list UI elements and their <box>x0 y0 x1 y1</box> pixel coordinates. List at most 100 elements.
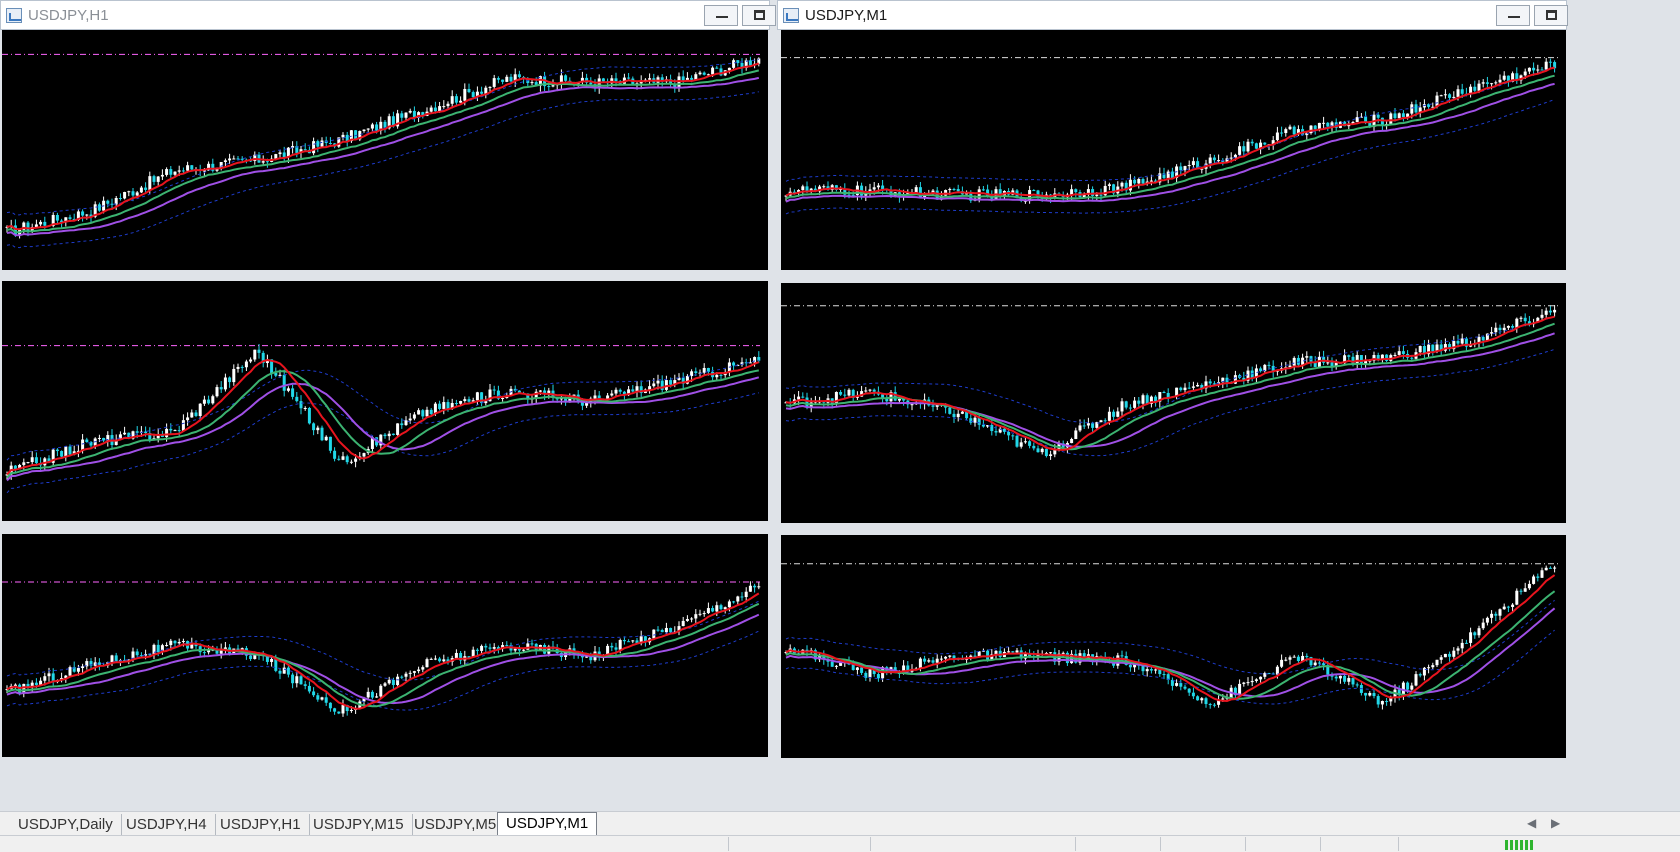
candle-body <box>822 186 826 188</box>
candle-body <box>843 394 847 396</box>
candle-body <box>383 683 387 686</box>
minimize-button[interactable] <box>704 5 738 26</box>
candle-body <box>732 362 736 366</box>
tab-usdjpy-m1[interactable]: USDJPY,M1 <box>497 812 598 837</box>
chart-bottom-left-svg <box>2 581 761 717</box>
candle-body <box>307 408 311 424</box>
candle-body <box>370 124 374 129</box>
candle-body <box>249 655 253 659</box>
tab-usdjpy-h1[interactable]: USDJPY,H1 <box>212 814 310 836</box>
candle-body <box>429 658 433 660</box>
ma-medium-line <box>785 590 1556 700</box>
candle-body <box>404 420 408 426</box>
candle-body <box>362 453 366 457</box>
candle-body <box>748 60 752 66</box>
candle-body <box>467 399 471 402</box>
tab-usdjpy-daily[interactable]: USDJPY,Daily <box>10 814 122 836</box>
candle-body <box>656 380 660 384</box>
candle-body <box>118 198 122 200</box>
maximize-button[interactable] <box>742 5 776 26</box>
candle-body <box>1494 613 1498 616</box>
tab-usdjpy-m15[interactable]: USDJPY,M15 <box>305 814 413 836</box>
candle-body <box>627 77 631 79</box>
minimize-button[interactable] <box>1496 5 1530 26</box>
envelope-lower-line <box>6 630 760 711</box>
candle-body <box>169 428 173 431</box>
candle-body <box>328 142 332 144</box>
candle-body <box>1019 442 1023 447</box>
candle-body <box>585 656 589 658</box>
candle-body <box>1107 411 1111 421</box>
candle-body <box>1007 651 1011 653</box>
candle-body <box>517 74 521 78</box>
candle-body <box>1502 606 1506 610</box>
candle-body <box>1103 420 1107 422</box>
candle-body <box>719 605 723 610</box>
chart-mid-left[interactable] <box>2 281 768 521</box>
candle-body <box>257 349 261 353</box>
candle-body <box>106 200 110 204</box>
candle-body <box>1456 340 1460 344</box>
candle-body <box>492 389 496 391</box>
candle-body <box>232 368 236 383</box>
status-divider <box>1160 837 1161 851</box>
candle-body <box>1095 194 1099 196</box>
candle-body <box>1011 651 1015 653</box>
candle-body <box>291 388 295 397</box>
candle-body <box>165 645 169 647</box>
candle-body <box>1137 179 1141 184</box>
candle-body <box>1141 665 1145 672</box>
candle-body <box>547 86 551 88</box>
candle-body <box>1317 662 1321 664</box>
candle-body <box>379 685 383 697</box>
candle-body <box>1452 650 1456 657</box>
tab-scroll-left-icon[interactable]: ◀ <box>1527 816 1536 830</box>
candle-body <box>538 390 542 392</box>
chart-top-left[interactable] <box>2 30 768 270</box>
tab-usdjpy-m5[interactable]: USDJPY,M5 <box>406 814 506 836</box>
candle-body <box>391 433 395 435</box>
candle-body <box>690 77 694 80</box>
candle-body <box>927 660 931 662</box>
candle-body <box>442 659 446 662</box>
candle-body <box>681 76 685 81</box>
tab-usdjpy-h4[interactable]: USDJPY,H4 <box>118 814 216 836</box>
candle-body <box>702 367 706 373</box>
chart-mid-right-svg <box>781 305 1558 460</box>
candle-body <box>948 189 952 191</box>
candle-body <box>1397 113 1401 119</box>
candle-body <box>1355 684 1359 686</box>
candle-body <box>232 158 236 160</box>
candle-body <box>648 78 652 80</box>
candle-body <box>1456 648 1460 651</box>
chart-bottom-left[interactable] <box>2 534 768 757</box>
candle-body <box>135 192 139 196</box>
candle-body <box>969 418 973 423</box>
candle-body <box>362 129 366 132</box>
candle-body <box>459 401 463 404</box>
candle-body <box>480 91 484 94</box>
candle-body <box>1292 357 1296 366</box>
candle-body <box>1212 704 1216 706</box>
candle-body <box>81 666 85 669</box>
candle-body <box>228 377 232 383</box>
candle-body <box>593 395 597 399</box>
candle-body <box>454 96 458 103</box>
candle-body <box>316 141 320 147</box>
maximize-button[interactable] <box>1534 5 1568 26</box>
candle-body <box>1435 659 1439 666</box>
candle-body <box>522 649 526 651</box>
window-titlebar[interactable]: USDJPY,H1 <box>0 0 776 30</box>
candle-body <box>664 380 668 390</box>
chart-top-right[interactable] <box>781 30 1566 270</box>
window-titlebar[interactable]: USDJPY,M1 <box>777 0 1568 30</box>
candle-body <box>1498 79 1502 83</box>
candle-body <box>918 658 922 669</box>
chart-mid-right[interactable] <box>781 283 1566 523</box>
chart-bottom-right[interactable] <box>781 535 1566 758</box>
candle-body <box>186 165 190 171</box>
candle-body <box>1460 642 1464 649</box>
candle-body <box>939 658 943 660</box>
tab-scroll-right-icon[interactable]: ▶ <box>1551 816 1560 830</box>
candle-body <box>1519 590 1523 592</box>
